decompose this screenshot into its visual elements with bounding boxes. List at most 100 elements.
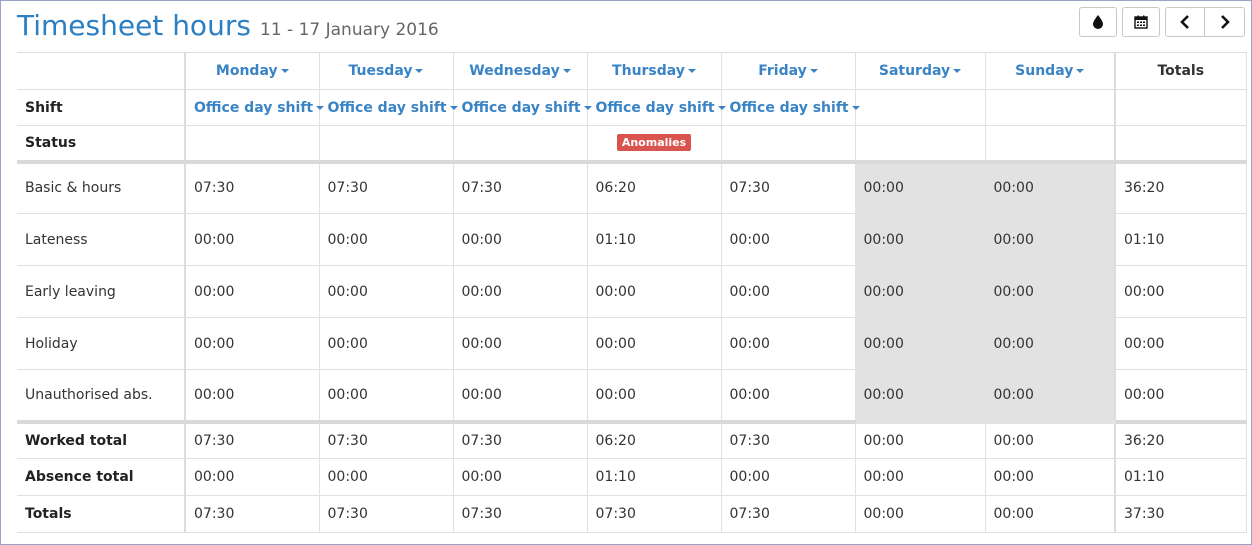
color-button[interactable]: [1079, 7, 1117, 37]
hours-cell[interactable]: 00:00: [854, 369, 986, 424]
hours-cell[interactable]: 00:00: [318, 265, 454, 318]
hours-cell[interactable]: 00:00: [452, 369, 588, 424]
hours-cell[interactable]: 00:00: [318, 369, 454, 424]
summary-cell: 07:30: [720, 421, 856, 459]
previous-week-button[interactable]: [1165, 7, 1205, 37]
summary-cell: 00:00: [854, 458, 986, 496]
caret-down-icon: [717, 105, 726, 110]
summary-total: 36:20: [1114, 421, 1247, 459]
summary-cell: 00:00: [984, 458, 1116, 496]
hours-cell[interactable]: 00:00: [720, 265, 856, 318]
row-total: 00:00: [1114, 317, 1247, 370]
week-navigation: [1165, 7, 1245, 37]
hours-cell[interactable]: 07:30: [452, 161, 588, 214]
day-header-row: Monday Tuesday Wednesday Thursday Friday…: [17, 52, 1247, 90]
summary-cell: 07:30: [184, 495, 320, 533]
hours-cell[interactable]: 00:00: [318, 213, 454, 266]
day-header-monday[interactable]: Monday: [184, 52, 320, 90]
caret-down-icon: [316, 105, 325, 110]
hours-cell[interactable]: 00:00: [184, 265, 320, 318]
hours-cell[interactable]: 00:00: [452, 213, 588, 266]
page-title: Timesheet hours: [17, 9, 251, 42]
hours-cell[interactable]: 00:00: [720, 213, 856, 266]
hours-cell[interactable]: 00:00: [720, 317, 856, 370]
shift-total-cell: [1114, 89, 1247, 126]
summary-cell: 07:30: [318, 421, 454, 459]
hours-cell[interactable]: 00:00: [854, 161, 986, 214]
caret-down-icon: [449, 105, 458, 110]
summary-cell: 00:00: [452, 458, 588, 496]
status-cell-sunday: [984, 125, 1116, 164]
row-label: Unauthorised abs.: [17, 369, 186, 424]
day-header-friday[interactable]: Friday: [720, 52, 856, 90]
shift-value: Office day shift: [461, 99, 581, 116]
day-header-wednesday[interactable]: Wednesday: [452, 52, 588, 90]
status-cell-saturday: [854, 125, 986, 164]
table-row: Basic & hours 07:30 07:30 07:30 06:20 07…: [17, 161, 1247, 214]
day-header-saturday[interactable]: Saturday: [854, 52, 986, 90]
hours-cell[interactable]: 00:00: [984, 161, 1116, 214]
hours-cell[interactable]: 07:30: [318, 161, 454, 214]
summary-cell: 07:30: [720, 495, 856, 533]
caret-down-icon: [583, 105, 592, 110]
shift-dropdown-tuesday[interactable]: Office day shift: [318, 89, 458, 126]
drop-icon: [1092, 15, 1104, 29]
shift-dropdown-friday[interactable]: Office day shift: [720, 89, 860, 126]
anomalies-badge[interactable]: Anomalies: [616, 134, 692, 152]
corner-cell: [17, 52, 186, 90]
shift-dropdown-wednesday[interactable]: Office day shift: [452, 89, 592, 126]
hours-cell[interactable]: 00:00: [184, 317, 320, 370]
row-total: 01:10: [1114, 213, 1247, 266]
caret-down-icon: [851, 105, 860, 110]
status-total-cell: [1114, 125, 1247, 164]
hours-cell[interactable]: 00:00: [984, 265, 1116, 318]
hours-cell[interactable]: 00:00: [854, 317, 986, 370]
hours-cell[interactable]: 00:00: [586, 317, 722, 370]
summary-total: 37:30: [1114, 495, 1247, 533]
shift-cell-saturday: [854, 89, 986, 126]
hours-cell[interactable]: 00:00: [184, 213, 320, 266]
calendar-button[interactable]: [1122, 7, 1160, 37]
shift-dropdown-monday[interactable]: Office day shift: [184, 89, 325, 126]
hours-cell[interactable]: 07:30: [720, 161, 856, 214]
day-header-sunday[interactable]: Sunday: [984, 52, 1116, 90]
next-week-button[interactable]: [1205, 7, 1245, 37]
hours-cell[interactable]: 00:00: [984, 317, 1116, 370]
caret-down-icon: [562, 69, 571, 73]
caret-down-icon: [280, 69, 289, 73]
row-label: Early leaving: [17, 265, 186, 318]
hours-cell[interactable]: 00:00: [984, 213, 1116, 266]
shift-label: Shift: [17, 89, 186, 126]
hours-cell[interactable]: 07:30: [184, 161, 320, 214]
hours-cell[interactable]: 00:00: [184, 369, 320, 424]
shift-cell-sunday: [984, 89, 1116, 126]
row-label: Holiday: [17, 317, 186, 370]
summary-row: Totals 07:30 07:30 07:30 07:30 07:30 00:…: [17, 495, 1247, 533]
hours-cell[interactable]: 00:00: [854, 213, 986, 266]
summary-cell: 00:00: [720, 458, 856, 496]
hours-cell[interactable]: 00:00: [452, 317, 588, 370]
hours-cell[interactable]: 00:00: [318, 317, 454, 370]
shift-dropdown-thursday[interactable]: Office day shift: [586, 89, 726, 126]
summary-row: Worked total 07:30 07:30 07:30 06:20 07:…: [17, 421, 1247, 459]
chevron-right-icon: [1220, 15, 1230, 29]
summary-cell: 00:00: [854, 495, 986, 533]
hours-cell[interactable]: 00:00: [586, 265, 722, 318]
row-label: Basic & hours: [17, 161, 186, 214]
hours-cell[interactable]: 00:00: [720, 369, 856, 424]
day-label: Monday: [215, 63, 278, 79]
day-header-thursday[interactable]: Thursday: [586, 52, 722, 90]
hours-cell[interactable]: 00:00: [984, 369, 1116, 424]
summary-cell: 00:00: [854, 421, 986, 459]
summary-row: Absence total 00:00 00:00 00:00 01:10 00…: [17, 458, 1247, 496]
summary-cell: 00:00: [984, 421, 1116, 459]
hours-cell[interactable]: 01:10: [586, 213, 722, 266]
hours-cell[interactable]: 00:00: [452, 265, 588, 318]
hours-cell[interactable]: 06:20: [586, 161, 722, 214]
hours-cell[interactable]: 00:00: [586, 369, 722, 424]
row-total: 00:00: [1114, 265, 1247, 318]
summary-cell: 00:00: [184, 458, 320, 496]
timesheet-table: Monday Tuesday Wednesday Thursday Friday…: [17, 52, 1247, 533]
hours-cell[interactable]: 00:00: [854, 265, 986, 318]
day-header-tuesday[interactable]: Tuesday: [318, 52, 454, 90]
